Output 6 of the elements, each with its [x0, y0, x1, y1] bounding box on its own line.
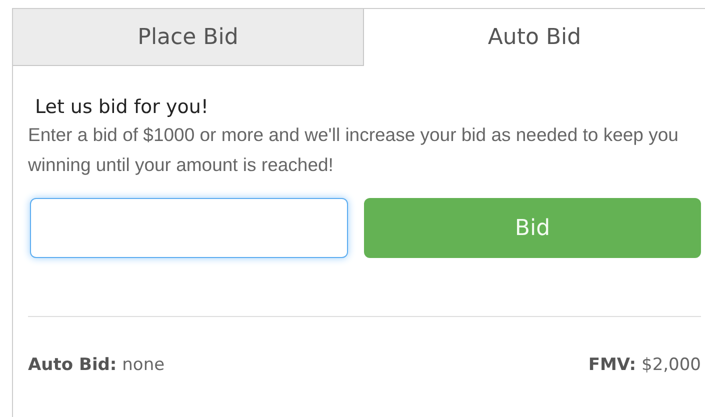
fmv-value: FMV: $2,000 [588, 355, 701, 375]
heading: Let us bid for you! [35, 96, 210, 118]
bid-input-field[interactable] [30, 198, 348, 258]
description: Enter a bid of $1000 or more and we'll increase your bid as needed to keep you winning until your amount is reached! [28, 123, 680, 177]
tab[interactable]: Place Bid [13, 9, 364, 66]
auto-bid-status: Auto Bid: none [28, 355, 165, 375]
